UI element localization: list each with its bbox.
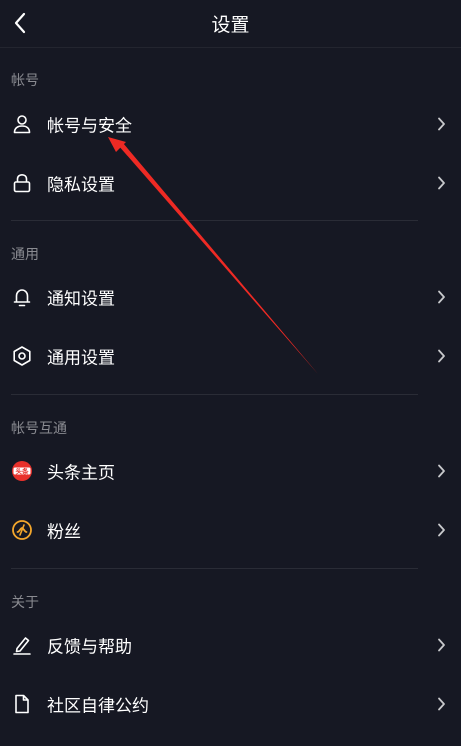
chevron-right-icon — [435, 522, 447, 538]
chevron-right-icon — [435, 175, 447, 191]
settings-item-label: 通知设置 — [47, 289, 115, 310]
page-title: 设置 — [211, 14, 250, 36]
settings-item-label: 社区自律公约 — [47, 696, 149, 717]
settings-item-label: 粉丝 — [47, 522, 81, 543]
chevron-right-icon — [435, 463, 447, 479]
chevron-right-icon — [435, 348, 447, 364]
section-label-linked-accounts: 帐号互通 — [11, 421, 67, 437]
top-bar: 设置 — [0, 0, 461, 48]
chevron-right-icon — [435, 116, 447, 132]
chevron-right-icon — [435, 696, 447, 712]
section-label-general: 通用 — [11, 247, 39, 263]
settings-item-notifications[interactable]: 通知设置 — [0, 270, 461, 324]
settings-item-label: 通用设置 — [47, 348, 115, 369]
chevron-left-icon — [14, 12, 26, 34]
gear-icon — [11, 345, 33, 367]
settings-item-account-security[interactable]: 帐号与安全 — [0, 97, 461, 151]
toutiao-icon: 头条 — [11, 460, 33, 482]
back-button[interactable] — [8, 8, 32, 38]
section-divider — [11, 568, 418, 569]
document-icon — [11, 693, 33, 715]
chevron-right-icon — [435, 289, 447, 305]
bell-icon — [11, 286, 33, 308]
settings-item-fans[interactable]: 粉丝 — [0, 503, 461, 557]
fans-icon — [11, 519, 33, 541]
settings-item-label: 隐私设置 — [47, 175, 115, 196]
settings-item-community-guidelines[interactable]: 社区自律公约 — [0, 677, 461, 731]
section-divider — [11, 394, 418, 395]
settings-item-feedback-help[interactable]: 反馈与帮助 — [0, 618, 461, 672]
settings-item-privacy[interactable]: 隐私设置 — [0, 156, 461, 210]
settings-item-label: 反馈与帮助 — [47, 637, 132, 658]
toutiao-logo-text: 头条 — [16, 466, 30, 475]
settings-item-label: 帐号与安全 — [47, 116, 132, 137]
lock-icon — [11, 172, 33, 194]
edit-icon — [11, 634, 33, 656]
section-label-account: 帐号 — [11, 73, 39, 89]
user-icon — [11, 113, 33, 135]
section-divider — [11, 220, 418, 221]
settings-item-general[interactable]: 通用设置 — [0, 329, 461, 383]
settings-item-label: 头条主页 — [47, 463, 115, 484]
section-label-about: 关于 — [11, 595, 39, 611]
chevron-right-icon — [435, 637, 447, 653]
settings-item-toutiao-homepage[interactable]: 头条 头条主页 — [0, 444, 461, 498]
